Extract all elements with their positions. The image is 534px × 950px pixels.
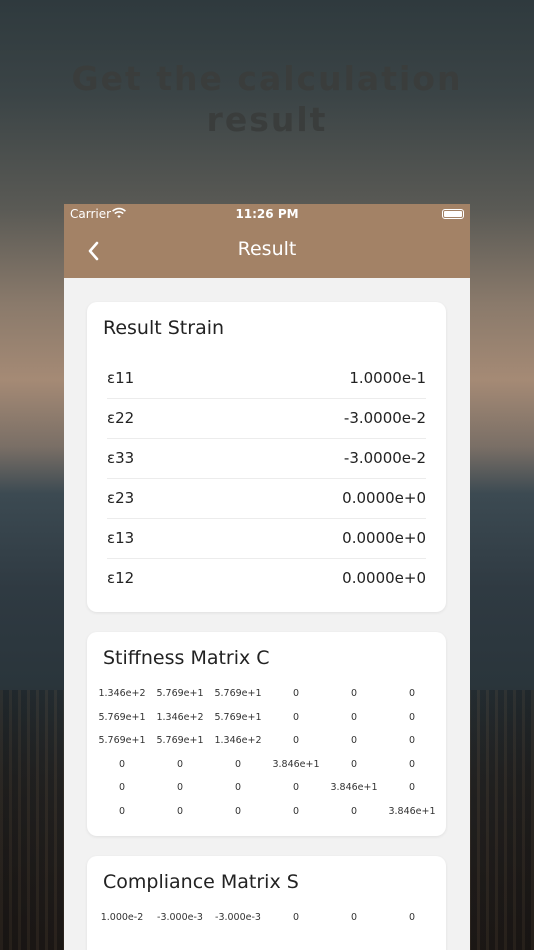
matrix-row: 1.000e-2 -3.000e-3 -3.000e-3 0 0 0 xyxy=(93,912,440,935)
matrix-cell: 0 xyxy=(118,806,126,817)
matrix-cell: 0 xyxy=(408,735,416,747)
matrix-cell: 5.769e+1 xyxy=(156,688,204,699)
matrix-cell: 0 xyxy=(292,711,300,723)
matrix-cell: 0 xyxy=(350,735,358,747)
headline-line-1: Get the calculation xyxy=(71,59,463,98)
strain-value: -3.0000e-2 xyxy=(343,409,426,427)
matrix-cell: 0 xyxy=(350,711,358,723)
matrix-cell: 0 xyxy=(292,806,300,817)
matrix-cell: 3.846e+1 xyxy=(330,782,378,794)
matrix-row: 5.769e+1 5.769e+1 1.346e+2 0 0 0 xyxy=(93,735,440,758)
strain-label: ε12 xyxy=(107,569,135,587)
compliance-card: Compliance Matrix S 1.000e-2 -3.000e-3 -3.… xyxy=(87,856,446,950)
status-bar: Carrier 11:26 PM xyxy=(64,204,470,224)
matrix-cell: 1.346e+2 xyxy=(214,735,262,747)
matrix-cell: 0 xyxy=(118,782,126,794)
matrix-row: 0 0 0 0 0 3.846e+1 xyxy=(93,806,440,829)
matrix-cell: 5.769e+1 xyxy=(214,688,262,699)
matrix-cell: 0 xyxy=(292,735,300,747)
strain-value: 0.0000e+0 xyxy=(342,569,426,587)
matrix-row: 1.346e+2 5.769e+1 5.769e+1 0 0 0 xyxy=(93,688,440,711)
matrix-cell: 0 xyxy=(176,782,184,794)
strain-label: ε22 xyxy=(107,409,135,427)
matrix-cell: 5.769e+1 xyxy=(214,711,262,723)
matrix-cell: 0 xyxy=(408,782,416,794)
matrix-cell: 0 xyxy=(350,806,358,817)
strain-row: ε12 0.0000e+0 xyxy=(107,558,426,598)
navigation-bar: Result xyxy=(64,224,470,278)
matrix-cell: 0 xyxy=(408,688,416,699)
strain-value: -3.0000e-2 xyxy=(343,449,426,467)
stiffness-card-title: Stiffness Matrix C xyxy=(103,647,270,669)
matrix-cell: 0 xyxy=(408,711,416,723)
matrix-cell: 0 xyxy=(234,782,242,794)
matrix-cell: -3.000e-3 xyxy=(157,912,203,923)
matrix-cell: 0 xyxy=(176,806,184,817)
matrix-cell: 3.846e+1 xyxy=(272,758,320,770)
compliance-card-title: Compliance Matrix S xyxy=(103,871,299,893)
matrix-row: 5.769e+1 1.346e+2 5.769e+1 0 0 0 xyxy=(93,712,440,735)
matrix-row: 0 0 0 0 3.846e+1 0 xyxy=(93,782,440,805)
matrix-cell: -3.000e-3 xyxy=(215,912,261,923)
strain-card: Result Strain ε11 1.0000e-1 ε22 -3.0000e… xyxy=(87,302,446,612)
matrix-cell: 0 xyxy=(408,912,416,923)
matrix-cell: 1.000e-2 xyxy=(100,912,144,923)
matrix-cell: 0 xyxy=(350,758,358,770)
matrix-cell: 1.346e+2 xyxy=(156,711,204,723)
matrix-cell: 0 xyxy=(292,912,300,923)
matrix-cell: 5.769e+1 xyxy=(98,711,146,723)
matrix-cell: 0 xyxy=(408,758,416,770)
stiffness-card: Stiffness Matrix C 1.346e+2 5.769e+1 5.769… xyxy=(87,632,446,836)
matrix-cell: 5.769e+1 xyxy=(98,735,146,747)
matrix-cell: 0 xyxy=(350,688,358,699)
matrix-cell: 5.769e+1 xyxy=(156,735,204,747)
strain-label: ε11 xyxy=(107,369,135,387)
matrix-cell: 0 xyxy=(234,758,242,770)
matrix-cell: 3.846e+1 xyxy=(388,806,436,817)
strain-row: ε22 -3.0000e-2 xyxy=(107,398,426,439)
matrix-cell: 0 xyxy=(234,806,242,817)
headline-line-2: result xyxy=(206,100,328,139)
strain-label: ε23 xyxy=(107,489,135,507)
battery-icon xyxy=(442,209,464,219)
strain-card-title: Result Strain xyxy=(103,317,225,339)
strain-label: ε33 xyxy=(107,449,135,467)
matrix-cell: 0 xyxy=(118,758,126,770)
promo-headline: Get the calculation result xyxy=(0,58,534,140)
matrix-cell: 0 xyxy=(176,758,184,770)
matrix-cell: 0 xyxy=(292,782,300,794)
matrix-cell: 1.346e+2 xyxy=(98,688,146,699)
strain-value: 0.0000e+0 xyxy=(342,529,426,547)
matrix-cell: 0 xyxy=(292,688,300,699)
strain-value: 0.0000e+0 xyxy=(342,489,426,507)
page-title: Result xyxy=(237,238,297,260)
matrix-row: 0 0 0 3.846e+1 0 0 xyxy=(93,759,440,782)
strain-row: ε33 -3.0000e-2 xyxy=(107,438,426,479)
strain-row: ε13 0.0000e+0 xyxy=(107,518,426,559)
matrix-cell: 0 xyxy=(350,912,358,923)
status-time: 11:26 PM xyxy=(235,207,299,221)
strain-row: ε11 1.0000e-1 xyxy=(107,358,426,399)
phone-screen: Carrier 11:26 PM Result Result Strain ε1… xyxy=(64,204,470,950)
strain-row: ε23 0.0000e+0 xyxy=(107,478,426,519)
strain-value: 1.0000e-1 xyxy=(349,369,426,387)
strain-label: ε13 xyxy=(107,529,135,547)
